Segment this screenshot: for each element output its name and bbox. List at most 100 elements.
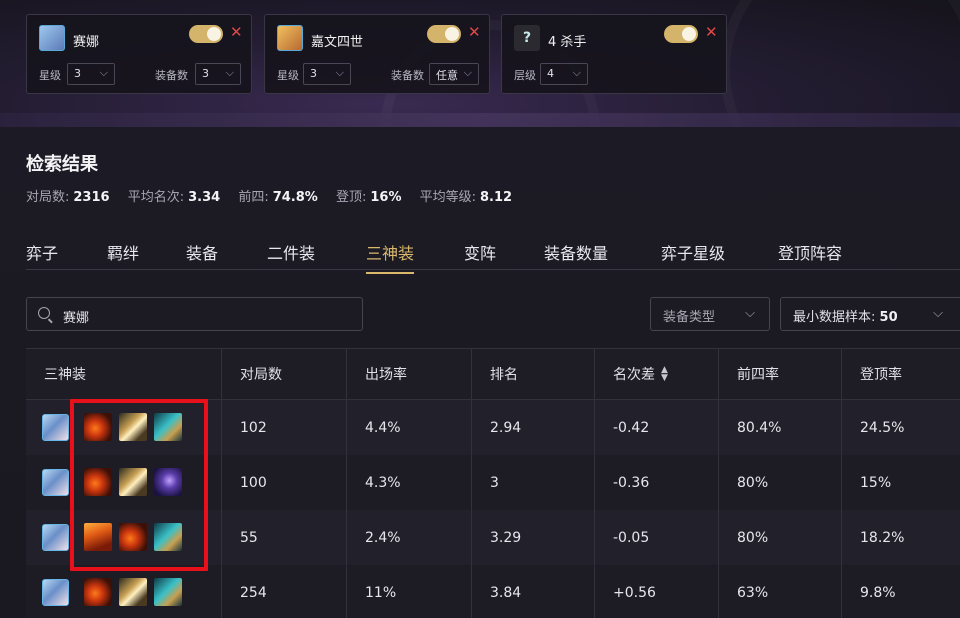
star-value: 3 [74,67,81,80]
tier-label: 层级 [514,69,536,82]
dropdown-value: 50 [879,310,898,325]
equip-count-label: 装备数 [391,69,424,82]
star-value: 3 [310,67,317,80]
diff-cell: -0.36 [594,455,718,510]
close-icon[interactable]: ✕ [705,23,718,41]
games-cell: 100 [221,455,346,510]
dropdown-label: 最小数据样本: [793,310,876,325]
diff-cell: +0.56 [594,565,718,618]
tab-three-items[interactable]: 三神装 [366,240,415,274]
stat-value: 3.34 [188,190,221,205]
results-stats: 对局数: 2316 平均名次: 3.34 前四: 74.8% 登顶: 16% 平均等级:… [26,186,526,205]
filter-name: 嘉文四世 [311,35,364,50]
star-label: 星级 [39,69,61,82]
filter-toggle[interactable] [427,25,461,43]
equip-type-dropdown[interactable]: 装备类型 ⌵ [650,297,770,331]
stat-label: 对局数: [26,190,70,205]
stat-label: 平均等级: [419,190,477,205]
tab-item-count[interactable]: 装备数量 [544,240,608,272]
col-top4[interactable]: 前四率 [718,349,841,399]
champion-icon [42,469,69,496]
champion-icon [39,25,65,51]
tab-items[interactable]: 装备 [186,240,218,272]
col-games[interactable]: 对局数 [221,349,346,399]
filter-name: 4 杀手 [548,35,587,50]
equip-count-label: 装备数 [155,69,188,82]
filter-card-jarvan: 嘉文四世 ✕ 星级 3 ⌵ 装备数 任意 ⌵ [264,14,490,94]
top4-cell: 80% [718,510,841,565]
tier-value: 4 [547,67,554,80]
tier-select[interactable]: 4 ⌵ [540,63,588,85]
chevron-down-icon: ⌵ [572,66,581,79]
stat-games: 对局数: 2316 [26,190,110,205]
close-icon[interactable]: ✕ [468,23,481,41]
tab-unit-stars[interactable]: 弈子星级 [661,240,725,272]
stat-top4: 前四: 74.8% [238,190,318,205]
stat-label: 前四: [238,190,269,205]
search-input[interactable]: 赛娜 [26,297,363,331]
tab-bar: 弈子 羁绊 装备 二件装 三神装 变阵 装备数量 弈子星级 登顶阵容 [26,238,960,274]
equip-count-select[interactable]: 任意 ⌵ [429,63,479,85]
top4-cell: 80.4% [718,400,841,455]
col-place-diff[interactable]: 名次差 ▲ ▼ [594,349,718,399]
top4-cell: 63% [718,565,841,618]
games-cell: 102 [221,400,346,455]
tab-two-items[interactable]: 二件装 [267,240,315,272]
equip-count-value: 3 [202,67,209,80]
chevron-down-icon: ⌵ [745,306,755,321]
stat-value: 2316 [73,190,110,205]
tab-variations[interactable]: 变阵 [464,240,496,272]
sort-icon[interactable]: ▲ ▼ [661,366,668,383]
star-select[interactable]: 3 ⌵ [303,63,351,85]
pick-rate-cell: 11% [346,565,471,618]
stat-win: 登顶: 16% [336,190,402,205]
col-rank[interactable]: 排名 [471,349,594,399]
filter-card-sena: 赛娜 ✕ 星级 3 ⌵ 装备数 3 ⌵ [26,14,252,94]
stat-value: 74.8% [272,190,318,205]
tab-top-comps[interactable]: 登顶阵容 [778,240,842,272]
toggle-knob [682,27,696,41]
filter-card-assassin: ? 4 杀手 ✕ 层级 4 ⌵ [501,14,727,94]
stat-avg-level: 平均等级: 8.12 [420,190,512,205]
equip-count-select[interactable]: 3 ⌵ [195,63,241,85]
rank-cell: 3 [471,455,594,510]
win-cell: 15% [841,455,960,510]
chevron-down-icon: ⌵ [933,306,943,321]
chevron-down-icon: ⌵ [99,66,108,79]
toggle-knob [445,27,459,41]
table-row[interactable]: 254 11% 3.84 +0.56 63% 9.8% [26,565,960,618]
col-win[interactable]: 登顶率 [841,349,960,399]
rank-cell: 2.94 [471,400,594,455]
highlight-box [70,399,208,571]
items-cell [26,565,221,618]
champion-icon [42,579,69,606]
min-sample-dropdown[interactable]: 最小数据样本: 50 ⌵ [780,297,960,331]
star-select[interactable]: 3 ⌵ [67,63,115,85]
stat-label: 平均名次: [127,190,185,205]
stat-value: 16% [370,190,402,205]
toggle-knob [207,27,221,41]
table-header: 三神装 对局数 出场率 排名 名次差 ▲ ▼ 前四率 登顶率 [26,348,960,400]
champion-icon [42,414,69,441]
star-label: 星级 [277,69,299,82]
col-three-items: 三神装 [44,367,86,383]
col-label: 名次差 [613,367,655,383]
chevron-down-icon: ⌵ [335,66,344,79]
item-icon [84,578,112,606]
dropdown-label: 装备类型 [663,310,716,325]
tab-units[interactable]: 弈子 [26,240,58,272]
filter-name: 赛娜 [73,35,100,50]
rank-cell: 3.29 [471,510,594,565]
item-icon [154,578,182,606]
filter-toggle[interactable] [189,25,223,43]
results-title: 检索结果 [26,154,98,175]
close-icon[interactable]: ✕ [230,23,243,41]
item-icon [119,578,147,606]
stat-label: 登顶: [335,190,367,205]
tab-traits[interactable]: 羁绊 [107,240,139,272]
win-cell: 24.5% [841,400,960,455]
stat-avg-place: 平均名次: 3.34 [128,190,220,205]
col-pick-rate[interactable]: 出场率 [346,349,471,399]
filter-toggle[interactable] [664,25,698,43]
chevron-down-icon: ⌵ [463,66,472,79]
